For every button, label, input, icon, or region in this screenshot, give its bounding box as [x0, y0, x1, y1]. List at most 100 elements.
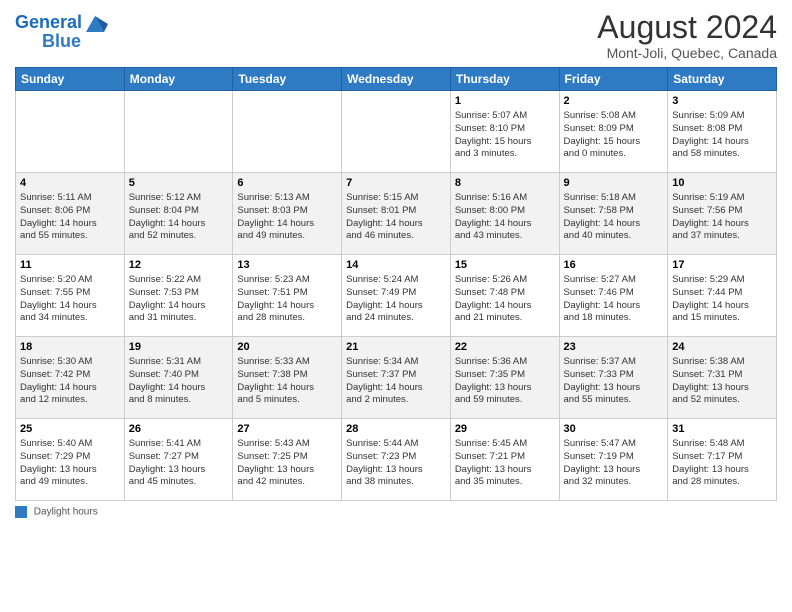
- calendar-cell: 23Sunrise: 5:37 AM Sunset: 7:33 PM Dayli…: [559, 337, 668, 419]
- day-header-sunday: Sunday: [16, 68, 125, 91]
- calendar-cell: 9Sunrise: 5:18 AM Sunset: 7:58 PM Daylig…: [559, 173, 668, 255]
- day-number: 14: [346, 258, 446, 273]
- week-row-2: 4Sunrise: 5:11 AM Sunset: 8:06 PM Daylig…: [16, 173, 777, 255]
- day-info: Sunrise: 5:34 AM Sunset: 7:37 PM Dayligh…: [346, 356, 446, 407]
- day-info: Sunrise: 5:30 AM Sunset: 7:42 PM Dayligh…: [20, 356, 120, 407]
- calendar-cell: 4Sunrise: 5:11 AM Sunset: 8:06 PM Daylig…: [16, 173, 125, 255]
- footer: Daylight hours: [15, 506, 777, 518]
- title-block: August 2024 Mont-Joli, Quebec, Canada: [597, 10, 777, 61]
- day-number: 20: [237, 340, 337, 355]
- calendar-cell: 30Sunrise: 5:47 AM Sunset: 7:19 PM Dayli…: [559, 419, 668, 501]
- day-info: Sunrise: 5:15 AM Sunset: 8:01 PM Dayligh…: [346, 192, 446, 243]
- calendar-cell: 8Sunrise: 5:16 AM Sunset: 8:00 PM Daylig…: [450, 173, 559, 255]
- day-number: 1: [455, 94, 555, 109]
- calendar-cell: 2Sunrise: 5:08 AM Sunset: 8:09 PM Daylig…: [559, 91, 668, 173]
- week-row-1: 1Sunrise: 5:07 AM Sunset: 8:10 PM Daylig…: [16, 91, 777, 173]
- calendar-cell: 7Sunrise: 5:15 AM Sunset: 8:01 PM Daylig…: [342, 173, 451, 255]
- header: General Blue August 2024 Mont-Joli, Queb…: [15, 10, 777, 61]
- day-info: Sunrise: 5:37 AM Sunset: 7:33 PM Dayligh…: [564, 356, 664, 407]
- calendar-cell: 22Sunrise: 5:36 AM Sunset: 7:35 PM Dayli…: [450, 337, 559, 419]
- day-number: 2: [564, 94, 664, 109]
- footer-text: Daylight hours: [34, 507, 98, 518]
- day-number: 23: [564, 340, 664, 355]
- calendar-cell: 18Sunrise: 5:30 AM Sunset: 7:42 PM Dayli…: [16, 337, 125, 419]
- day-number: 18: [20, 340, 120, 355]
- day-number: 3: [672, 94, 772, 109]
- day-info: Sunrise: 5:44 AM Sunset: 7:23 PM Dayligh…: [346, 438, 446, 489]
- day-number: 19: [129, 340, 229, 355]
- day-info: Sunrise: 5:09 AM Sunset: 8:08 PM Dayligh…: [672, 110, 772, 161]
- day-number: 22: [455, 340, 555, 355]
- day-info: Sunrise: 5:24 AM Sunset: 7:49 PM Dayligh…: [346, 274, 446, 325]
- day-info: Sunrise: 5:12 AM Sunset: 8:04 PM Dayligh…: [129, 192, 229, 243]
- subtitle: Mont-Joli, Quebec, Canada: [597, 45, 777, 61]
- day-info: Sunrise: 5:31 AM Sunset: 7:40 PM Dayligh…: [129, 356, 229, 407]
- day-info: Sunrise: 5:13 AM Sunset: 8:03 PM Dayligh…: [237, 192, 337, 243]
- calendar-cell: 13Sunrise: 5:23 AM Sunset: 7:51 PM Dayli…: [233, 255, 342, 337]
- calendar-cell: [233, 91, 342, 173]
- day-info: Sunrise: 5:40 AM Sunset: 7:29 PM Dayligh…: [20, 438, 120, 489]
- day-number: 16: [564, 258, 664, 273]
- day-header-wednesday: Wednesday: [342, 68, 451, 91]
- day-header-monday: Monday: [124, 68, 233, 91]
- day-number: 25: [20, 422, 120, 437]
- day-info: Sunrise: 5:19 AM Sunset: 7:56 PM Dayligh…: [672, 192, 772, 243]
- day-number: 9: [564, 176, 664, 191]
- calendar-cell: 11Sunrise: 5:20 AM Sunset: 7:55 PM Dayli…: [16, 255, 125, 337]
- calendar-cell: 19Sunrise: 5:31 AM Sunset: 7:40 PM Dayli…: [124, 337, 233, 419]
- day-number: 24: [672, 340, 772, 355]
- logo-icon: [82, 10, 108, 36]
- day-info: Sunrise: 5:07 AM Sunset: 8:10 PM Dayligh…: [455, 110, 555, 161]
- day-number: 12: [129, 258, 229, 273]
- main-title: August 2024: [597, 10, 777, 45]
- day-info: Sunrise: 5:23 AM Sunset: 7:51 PM Dayligh…: [237, 274, 337, 325]
- day-number: 21: [346, 340, 446, 355]
- page: General Blue August 2024 Mont-Joli, Queb…: [0, 0, 792, 612]
- logo: General Blue: [15, 10, 108, 52]
- calendar-cell: [124, 91, 233, 173]
- day-number: 13: [237, 258, 337, 273]
- day-number: 26: [129, 422, 229, 437]
- day-info: Sunrise: 5:45 AM Sunset: 7:21 PM Dayligh…: [455, 438, 555, 489]
- day-header-tuesday: Tuesday: [233, 68, 342, 91]
- footer-color-swatch: [15, 506, 27, 518]
- day-number: 10: [672, 176, 772, 191]
- calendar-cell: 29Sunrise: 5:45 AM Sunset: 7:21 PM Dayli…: [450, 419, 559, 501]
- calendar-body: 1Sunrise: 5:07 AM Sunset: 8:10 PM Daylig…: [16, 91, 777, 501]
- calendar-cell: 5Sunrise: 5:12 AM Sunset: 8:04 PM Daylig…: [124, 173, 233, 255]
- day-number: 29: [455, 422, 555, 437]
- day-info: Sunrise: 5:22 AM Sunset: 7:53 PM Dayligh…: [129, 274, 229, 325]
- day-number: 28: [346, 422, 446, 437]
- week-row-3: 11Sunrise: 5:20 AM Sunset: 7:55 PM Dayli…: [16, 255, 777, 337]
- week-row-5: 25Sunrise: 5:40 AM Sunset: 7:29 PM Dayli…: [16, 419, 777, 501]
- calendar-cell: 6Sunrise: 5:13 AM Sunset: 8:03 PM Daylig…: [233, 173, 342, 255]
- day-number: 27: [237, 422, 337, 437]
- day-info: Sunrise: 5:33 AM Sunset: 7:38 PM Dayligh…: [237, 356, 337, 407]
- calendar-cell: 12Sunrise: 5:22 AM Sunset: 7:53 PM Dayli…: [124, 255, 233, 337]
- day-number: 17: [672, 258, 772, 273]
- day-info: Sunrise: 5:08 AM Sunset: 8:09 PM Dayligh…: [564, 110, 664, 161]
- day-info: Sunrise: 5:20 AM Sunset: 7:55 PM Dayligh…: [20, 274, 120, 325]
- day-header-thursday: Thursday: [450, 68, 559, 91]
- calendar: SundayMondayTuesdayWednesdayThursdayFrid…: [15, 67, 777, 501]
- day-info: Sunrise: 5:29 AM Sunset: 7:44 PM Dayligh…: [672, 274, 772, 325]
- calendar-cell: 17Sunrise: 5:29 AM Sunset: 7:44 PM Dayli…: [668, 255, 777, 337]
- calendar-cell: 3Sunrise: 5:09 AM Sunset: 8:08 PM Daylig…: [668, 91, 777, 173]
- day-header-saturday: Saturday: [668, 68, 777, 91]
- day-info: Sunrise: 5:26 AM Sunset: 7:48 PM Dayligh…: [455, 274, 555, 325]
- day-info: Sunrise: 5:38 AM Sunset: 7:31 PM Dayligh…: [672, 356, 772, 407]
- day-number: 5: [129, 176, 229, 191]
- day-info: Sunrise: 5:27 AM Sunset: 7:46 PM Dayligh…: [564, 274, 664, 325]
- calendar-cell: 14Sunrise: 5:24 AM Sunset: 7:49 PM Dayli…: [342, 255, 451, 337]
- day-info: Sunrise: 5:47 AM Sunset: 7:19 PM Dayligh…: [564, 438, 664, 489]
- day-number: 6: [237, 176, 337, 191]
- logo-text: General: [15, 13, 82, 33]
- calendar-cell: 27Sunrise: 5:43 AM Sunset: 7:25 PM Dayli…: [233, 419, 342, 501]
- day-number: 15: [455, 258, 555, 273]
- day-number: 11: [20, 258, 120, 273]
- day-number: 31: [672, 422, 772, 437]
- calendar-cell: 16Sunrise: 5:27 AM Sunset: 7:46 PM Dayli…: [559, 255, 668, 337]
- day-number: 7: [346, 176, 446, 191]
- week-row-4: 18Sunrise: 5:30 AM Sunset: 7:42 PM Dayli…: [16, 337, 777, 419]
- calendar-cell: 21Sunrise: 5:34 AM Sunset: 7:37 PM Dayli…: [342, 337, 451, 419]
